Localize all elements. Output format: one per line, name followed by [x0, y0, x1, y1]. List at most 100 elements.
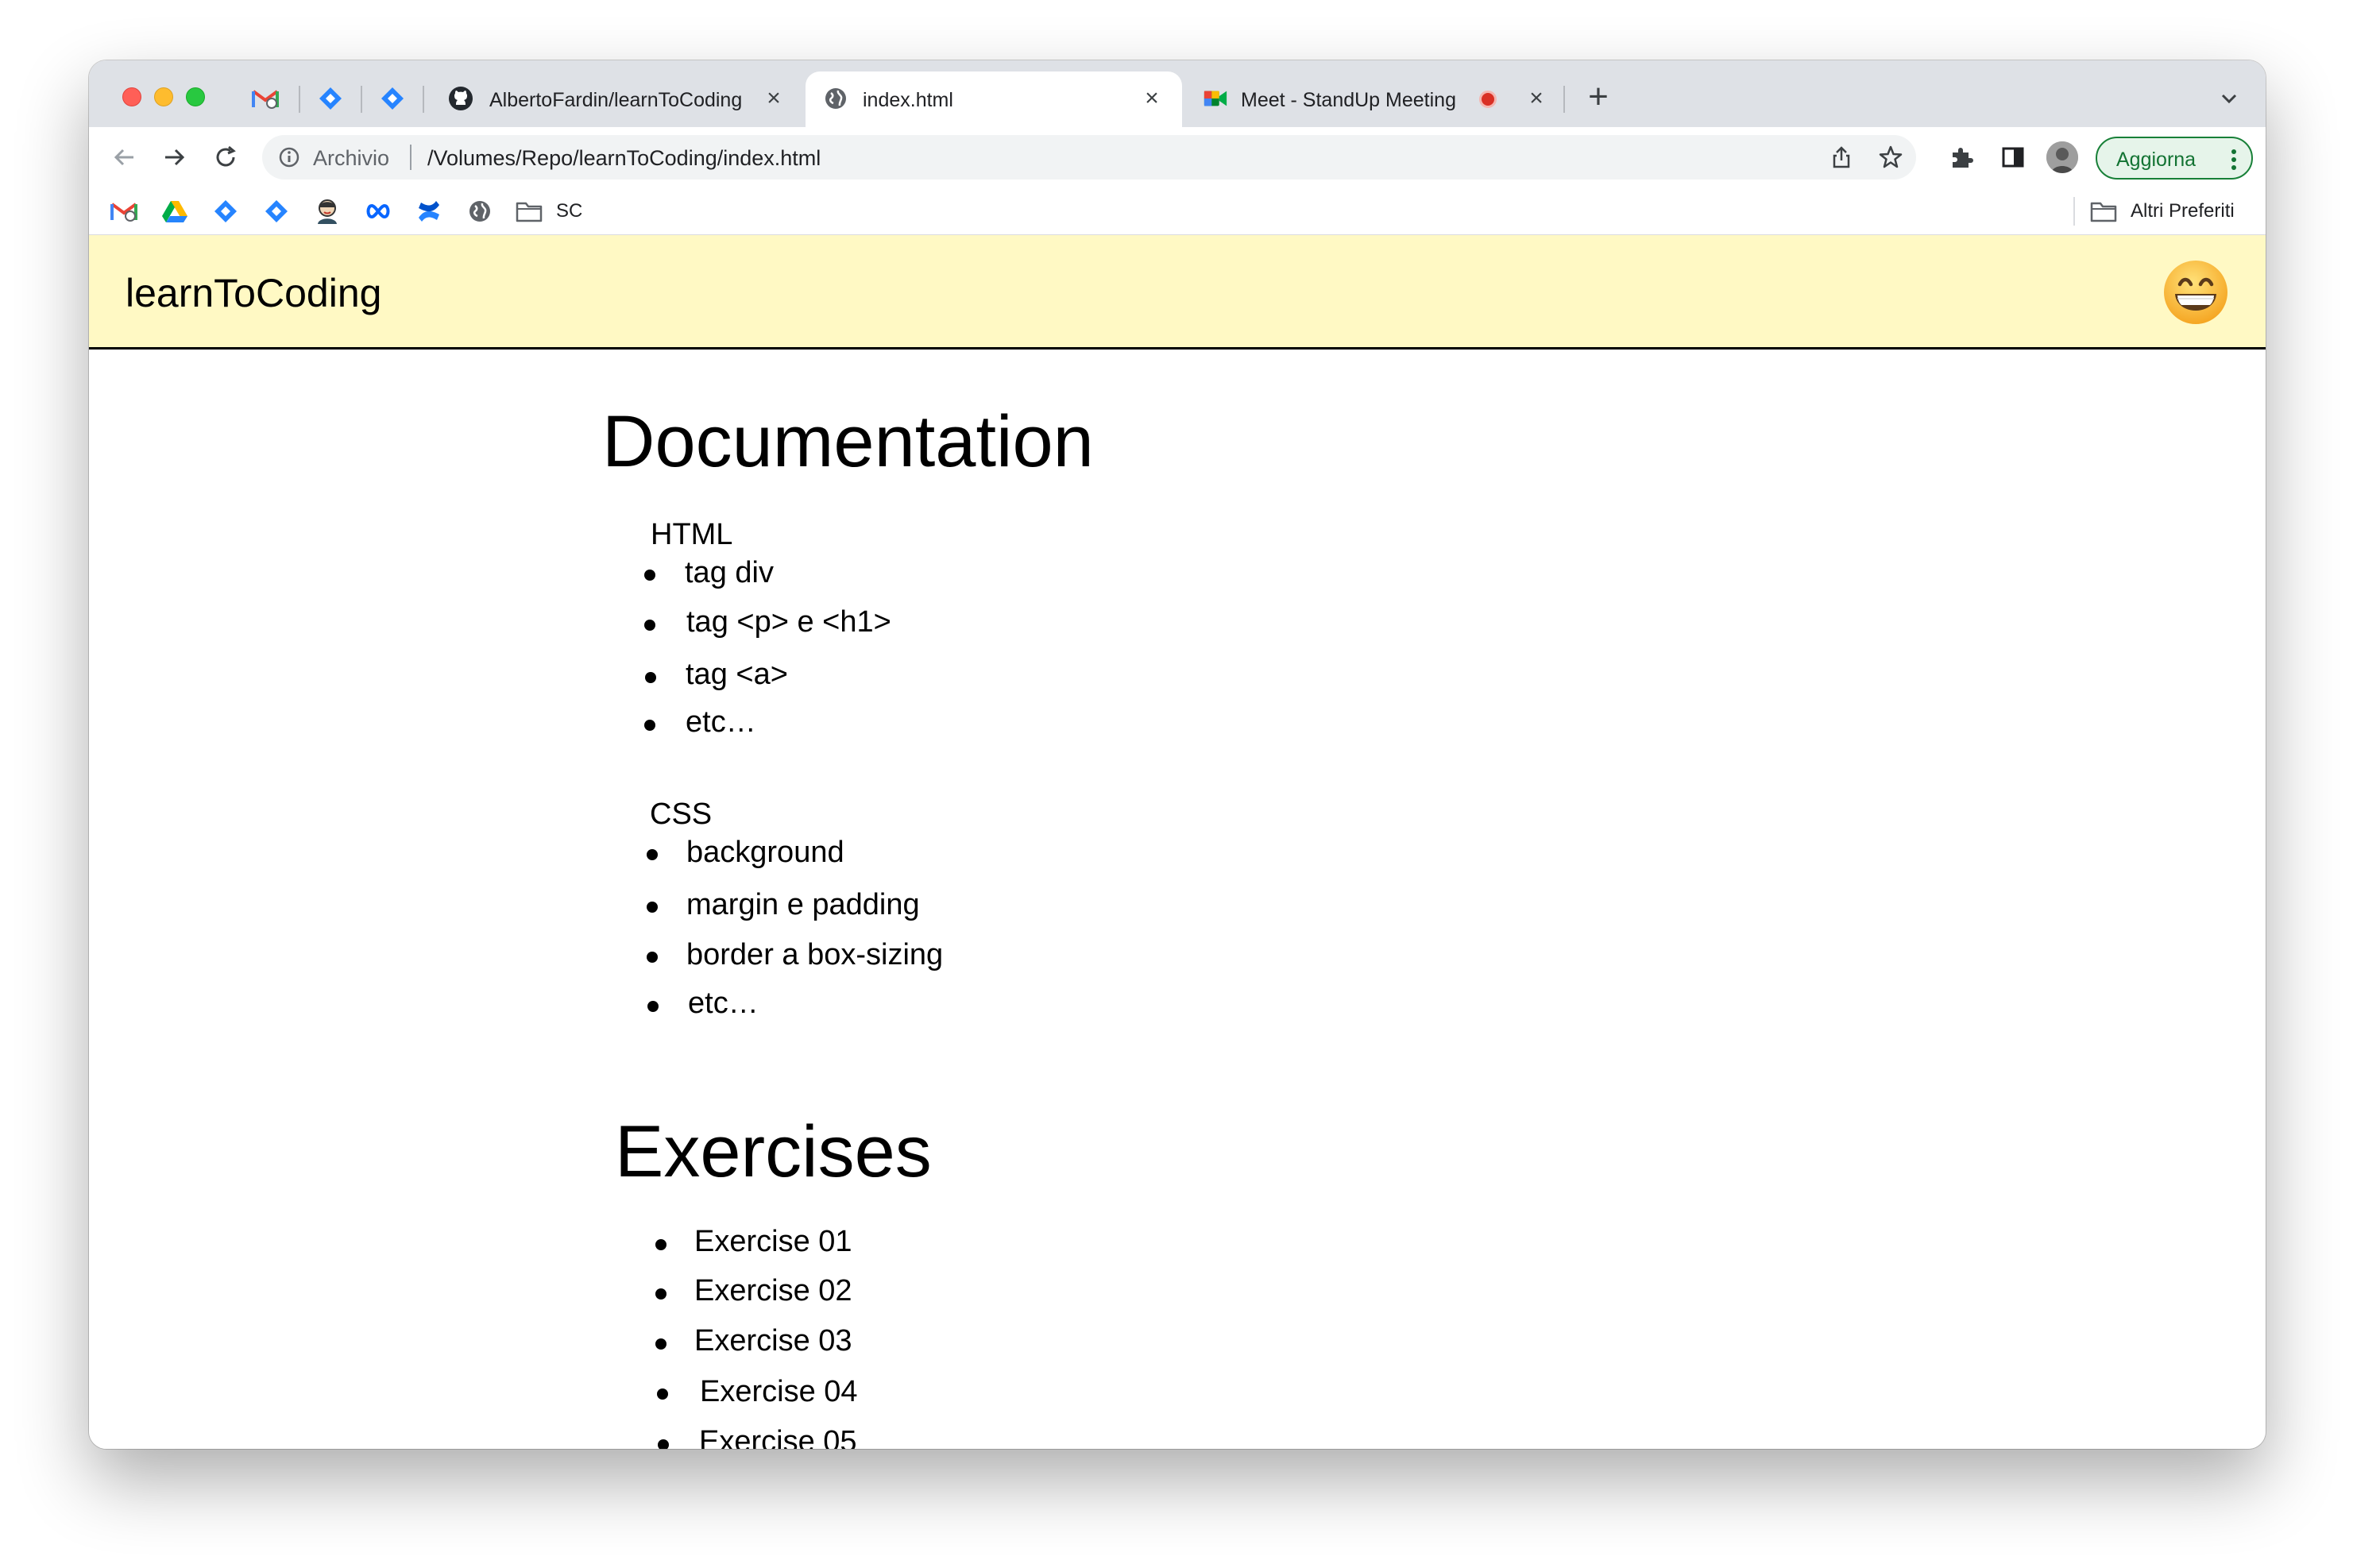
close-tab-icon[interactable]: × [1524, 86, 1549, 111]
tab-index-html[interactable]: index.html × [806, 71, 1182, 127]
profile-photo-icon [2046, 141, 2078, 173]
tab-search-button[interactable] [2213, 83, 2245, 114]
page-content: learnToCoding Documentation HTML tag div [89, 235, 2266, 1449]
jira-icon [381, 87, 404, 110]
bookmark-jira-2[interactable] [262, 197, 291, 226]
tab-separator [299, 86, 300, 113]
documentation-heading: Documentation [602, 401, 1094, 482]
reload-button[interactable] [210, 141, 241, 173]
side-panel-icon[interactable] [1999, 143, 2027, 172]
url-text[interactable]: /Volumes/Repo/learnToCoding/index.html [427, 146, 821, 171]
bookmark-meta[interactable] [364, 197, 392, 226]
bookmarks-separator [2073, 197, 2075, 226]
list-bullet [657, 1388, 668, 1400]
close-tab-icon[interactable]: × [761, 86, 786, 111]
jira-icon [214, 200, 237, 222]
pinned-tab-gmail[interactable] [249, 83, 281, 114]
list-item: margin e padding [686, 888, 920, 921]
globe-icon [469, 201, 490, 222]
github-icon [448, 86, 473, 111]
browser-toolbar: Archivio /Volumes/Repo/learnToCoding/ind… [89, 127, 2266, 187]
tab-github[interactable]: AlbertoFardin/learnToCoding × [431, 71, 804, 127]
css-section-title: CSS [650, 798, 713, 831]
tab-title: AlbertoFardin/learnToCoding [489, 89, 743, 111]
browser-window: AlbertoFardin/learnToCoding × index.html… [89, 60, 2266, 1449]
list-item: tag <p> e <h1> [686, 605, 891, 639]
list-bullet [647, 952, 658, 963]
list-item: etc… [686, 705, 756, 739]
list-bullet [644, 620, 655, 631]
arrow-right-icon [165, 149, 185, 166]
exercise-link[interactable]: Exercise 04 [700, 1375, 858, 1409]
other-bookmarks-folder[interactable] [2089, 197, 2118, 226]
zoom-window-button[interactable] [186, 87, 205, 106]
globe-icon [823, 86, 848, 111]
pinned-tab-jira-2[interactable] [377, 83, 408, 114]
profile-avatar[interactable] [2046, 141, 2078, 173]
google-drive-icon [162, 201, 187, 222]
bookmark-google-drive[interactable] [160, 197, 189, 226]
tab-title: index.html [863, 89, 953, 111]
list-item: tag div [685, 556, 774, 589]
jenkins-icon [318, 199, 337, 224]
reload-icon [216, 145, 236, 167]
arrow-left-icon [114, 149, 133, 166]
google-meet-icon [1203, 86, 1228, 111]
exercise-link[interactable]: Exercise 03 [694, 1324, 852, 1358]
bookmark-folder-sc[interactable] [515, 197, 543, 226]
list-bullet [647, 902, 658, 913]
other-bookmarks-label[interactable]: Altri Preferiti [2131, 200, 2235, 222]
forward-button[interactable] [159, 141, 191, 173]
html-section-title: HTML [651, 518, 733, 551]
list-item: tag <a> [686, 658, 788, 691]
bookmark-gmail[interactable] [110, 197, 138, 226]
confluence-icon [419, 201, 439, 222]
address-bar[interactable]: Archivio /Volumes/Repo/learnToCoding/ind… [262, 135, 1916, 180]
update-browser-button[interactable]: Aggiorna [2096, 137, 2253, 180]
jira-icon [319, 87, 342, 110]
jira-icon [265, 200, 288, 222]
back-button[interactable] [108, 141, 140, 173]
list-item: background [686, 836, 844, 869]
folder-icon [2090, 202, 2117, 222]
list-bullet [644, 570, 655, 581]
tab-separator [361, 86, 362, 113]
bookmark-jenkins[interactable] [313, 197, 342, 226]
bookmark-folder-label[interactable]: SC [556, 200, 582, 222]
update-label: Aggiorna [2116, 149, 2197, 171]
connection-label: Archivio [313, 146, 390, 170]
share-icon[interactable] [1829, 145, 1854, 170]
bookmark-jira[interactable] [211, 197, 240, 226]
list-bullet [645, 672, 656, 683]
exercise-link[interactable]: Exercise 02 [694, 1274, 852, 1308]
extensions-puzzle-icon[interactable] [1948, 143, 1976, 172]
address-divider [410, 145, 411, 170]
close-window-button[interactable] [122, 87, 141, 106]
pinned-tab-jira[interactable] [315, 83, 346, 114]
smiley-face-icon [2164, 261, 2227, 324]
bookmarks-bar: SC Altri Preferiti [89, 187, 2266, 235]
gmail-icon [252, 90, 279, 109]
tab-strip: AlbertoFardin/learnToCoding × index.html… [89, 60, 2266, 127]
list-bullet [644, 720, 655, 731]
bookmark-web[interactable] [466, 197, 494, 226]
list-bullet [658, 1439, 669, 1449]
exercise-link[interactable]: Exercise 01 [694, 1225, 852, 1259]
list-bullet [647, 1001, 659, 1012]
list-bullet [655, 1338, 666, 1350]
bookmark-confluence[interactable] [415, 197, 443, 226]
minimize-window-button[interactable] [154, 87, 173, 106]
exercises-heading: Exercises [615, 1111, 932, 1192]
tab-title: Meet - StandUp Meeting [1241, 89, 1456, 111]
tab-google-meet[interactable]: Meet - StandUp Meeting × [1185, 71, 1567, 127]
new-tab-button[interactable]: + [1579, 79, 1617, 118]
info-icon[interactable] [278, 146, 300, 168]
exercise-link[interactable]: Exercise 05 [699, 1425, 857, 1449]
bookmark-star-icon[interactable] [1878, 145, 1903, 170]
list-item: etc… [688, 987, 759, 1020]
list-bullet [655, 1288, 666, 1300]
infinity-icon [366, 203, 390, 219]
close-tab-icon[interactable]: × [1139, 86, 1165, 111]
list-bullet [655, 1239, 666, 1250]
folder-icon [516, 202, 543, 222]
